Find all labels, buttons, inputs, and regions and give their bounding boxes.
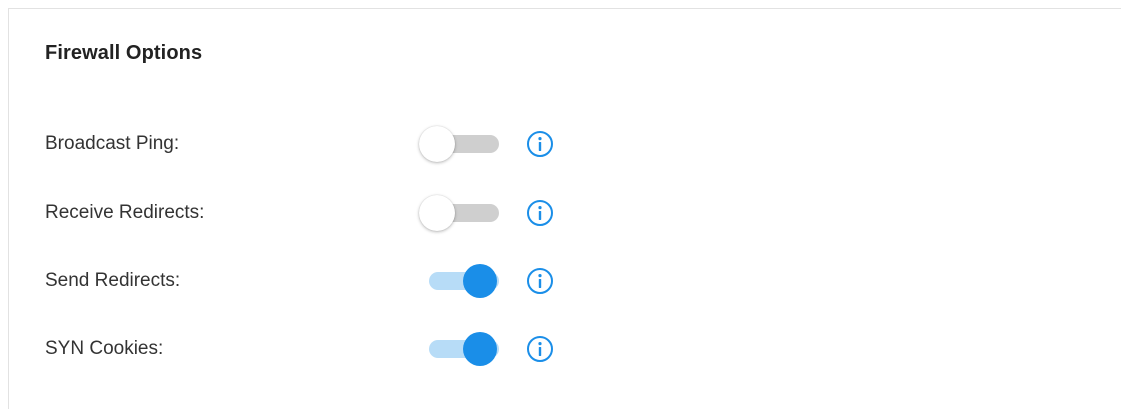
option-label: Broadcast Ping: <box>45 133 180 154</box>
option-row-broadcast-ping: Broadcast Ping: <box>9 124 609 164</box>
info-circle-icon[interactable] <box>526 267 554 295</box>
option-label: Receive Redirects: <box>45 202 205 223</box>
option-label: SYN Cookies: <box>45 338 164 359</box>
section-title: Firewall Options <box>45 42 203 64</box>
syn-cookies-toggle[interactable] <box>419 331 499 367</box>
send-redirects-toggle[interactable] <box>419 263 499 299</box>
receive-redirects-toggle[interactable] <box>419 195 499 231</box>
toggle-thumb <box>463 264 497 298</box>
option-row-receive-redirects: Receive Redirects: <box>9 193 609 233</box>
toggle-thumb <box>419 126 455 162</box>
option-row-syn-cookies: SYN Cookies: <box>9 329 609 369</box>
info-circle-icon[interactable] <box>526 199 554 227</box>
toggle-thumb <box>463 332 497 366</box>
info-circle-icon[interactable] <box>526 335 554 363</box>
info-circle-icon[interactable] <box>526 130 554 158</box>
option-label: Send Redirects: <box>45 270 181 291</box>
broadcast-ping-toggle[interactable] <box>419 126 499 162</box>
toggle-thumb <box>419 195 455 231</box>
firewall-options-panel: Firewall Options Broadcast Ping: Receive… <box>8 8 1121 409</box>
option-row-send-redirects: Send Redirects: <box>9 261 609 301</box>
